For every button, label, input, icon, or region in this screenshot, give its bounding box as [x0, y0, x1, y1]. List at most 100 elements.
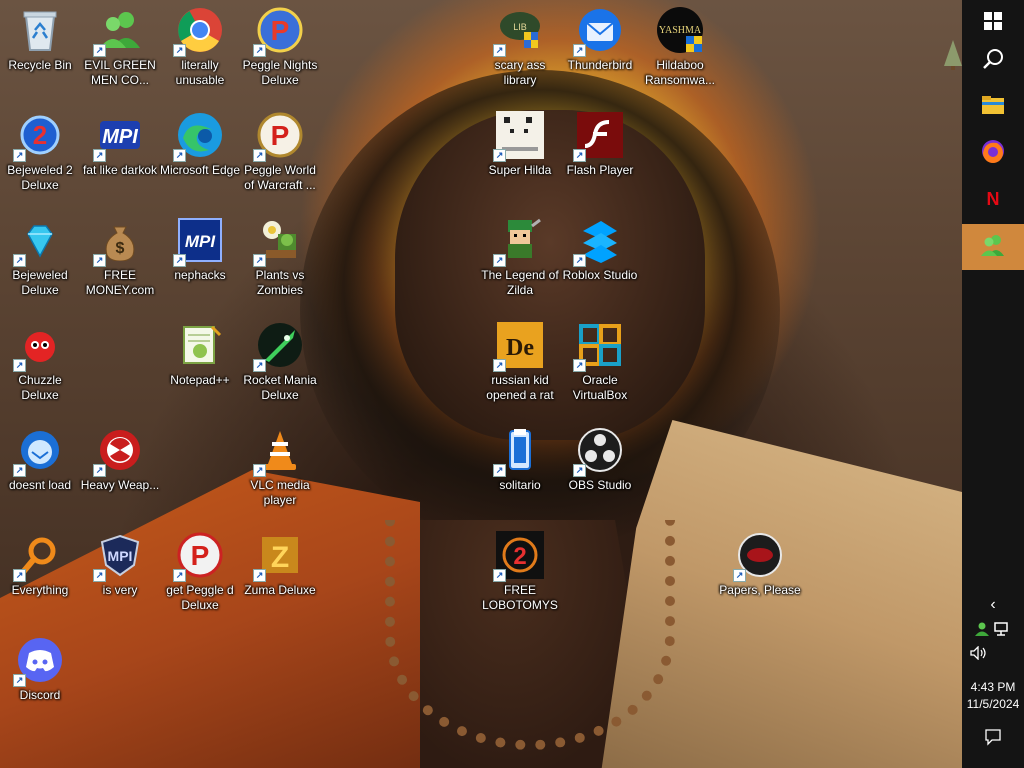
- mpi-icon: MPI ↗: [93, 111, 144, 162]
- desktop-icon-get-peggle[interactable]: P ↗ get Peggle d Deluxe: [160, 525, 240, 625]
- desktop-icon-free-money[interactable]: $ ↗ FREE MONEY.com: [80, 210, 160, 310]
- desktop-icon-legend-of-zilda[interactable]: ↗ The Legend of Zilda: [480, 210, 560, 310]
- desktop-icon-discord[interactable]: ↗ Discord: [0, 630, 80, 730]
- icon-label: Peggle Nights Deluxe: [242, 58, 318, 87]
- netflix-icon: N: [986, 188, 1000, 209]
- svg-text:MPI: MPI: [102, 126, 138, 148]
- shortcut-arrow-icon: ↗: [733, 569, 746, 582]
- search-button[interactable]: [962, 38, 1024, 84]
- recycle-bin-icon: [16, 6, 64, 54]
- network-icon[interactable]: [993, 622, 1012, 639]
- desktop-icon-bejeweled[interactable]: ↗ Bejeweled Deluxe: [0, 210, 80, 310]
- icon-label: Everything: [11, 583, 69, 597]
- desktop-icon-peggle-nights[interactable]: P ↗ Peggle Nights Deluxe: [240, 0, 320, 100]
- icon-label: Thunderbird: [567, 58, 633, 72]
- desktop-icon-peggle-wow[interactable]: P ↗ Peggle World of Warcraft ...: [240, 105, 320, 205]
- desktop-icon-recycle-bin[interactable]: Recycle Bin: [0, 0, 80, 100]
- chuzzle-icon: ↗: [13, 321, 64, 372]
- icon-label: Recycle Bin: [8, 58, 72, 72]
- desktop-icon-zuma[interactable]: Z ↗ Zuma Deluxe: [240, 525, 320, 625]
- desktop-icon-thunderbird[interactable]: ↗ Thunderbird: [560, 0, 640, 100]
- shortcut-arrow-icon: ↗: [493, 359, 506, 372]
- desktop-icon-papers-please[interactable]: ↗ Papers, Please: [719, 525, 801, 625]
- icon-label: Peggle World of Warcraft ...: [244, 163, 316, 192]
- desktop-icon-chuzzle[interactable]: ↗ Chuzzle Deluxe: [0, 315, 80, 415]
- show-hidden-icons-button[interactable]: ‹: [962, 596, 1024, 614]
- icon-label: Discord: [19, 688, 61, 702]
- desktop-icon-heavy-weapon[interactable]: ↗ Heavy Weap...: [80, 420, 160, 520]
- clock-date: 11/5/2024: [966, 697, 1020, 711]
- svg-text:De: De: [506, 335, 534, 361]
- desktop-icon-everything[interactable]: ↗ Everything: [0, 525, 80, 625]
- shortcut-arrow-icon: ↗: [253, 569, 266, 582]
- taskbar-firefox[interactable]: [962, 130, 1024, 176]
- desktop-icon-scary-ass-library[interactable]: LIB ↗ scary ass library: [480, 0, 560, 100]
- icon-label: FREE LOBOTOMYS: [482, 583, 558, 612]
- desktop-icon-super-hilda[interactable]: ↗ Super Hilda: [480, 105, 560, 205]
- svg-text:MPI: MPI: [108, 548, 133, 564]
- search-icon: [982, 48, 1004, 75]
- desktop-icon-rocket-mania[interactable]: ↗ Rocket Mania Deluxe: [240, 315, 320, 415]
- svg-text:$: $: [116, 240, 125, 257]
- desktop-icon-hildaboo-ransomware[interactable]: YASHMA Hildaboo Ransomwa...: [640, 0, 720, 100]
- icon-label: Notepad++: [170, 373, 230, 387]
- desktop-icon-plants-vs-zombies[interactable]: ↗ Plants vs Zombies: [240, 210, 320, 310]
- desktop-icon-russian-kid[interactable]: De ↗ russian kid opened a rat: [480, 315, 560, 415]
- svg-text:P: P: [271, 120, 290, 151]
- shortcut-arrow-icon: ↗: [493, 149, 506, 162]
- bird-icon: ↗: [13, 426, 64, 477]
- clock[interactable]: 4:43 PM 11/5/2024: [962, 680, 1024, 711]
- diamond-icon: ↗: [13, 216, 64, 267]
- green-people-tray-icon[interactable]: [974, 622, 993, 639]
- desktop-icon-literally-unusable[interactable]: ↗ literally unusable: [160, 0, 240, 100]
- volume-icon: [970, 645, 988, 663]
- desktop[interactable]: Recycle Bin 2 ↗ Bejeweled 2 Deluxe ↗ Bej…: [0, 0, 962, 768]
- magnifier-icon: ↗: [13, 531, 64, 582]
- peggle-icon: P ↗: [253, 111, 304, 162]
- taskbar-netflix[interactable]: N: [962, 176, 1024, 222]
- desktop-icon-obs-studio[interactable]: ↗ OBS Studio: [560, 420, 640, 520]
- desktop-icon-virtualbox[interactable]: ↗ Oracle VirtualBox: [560, 315, 640, 415]
- desktop-icon-microsoft-edge[interactable]: ↗ Microsoft Edge: [160, 105, 240, 205]
- taskbar-file-explorer[interactable]: [962, 84, 1024, 130]
- svg-text:MPI: MPI: [185, 232, 217, 251]
- plant-icon: ↗: [253, 216, 304, 267]
- desktop-icon-free-lobotomys[interactable]: 2 ↗ FREE LOBOTOMYS: [480, 525, 560, 625]
- icon-label: Roblox Studio: [562, 268, 638, 282]
- desktop-icon-bejeweled-2[interactable]: 2 ↗ Bejeweled 2 Deluxe: [0, 105, 80, 205]
- desktop-icon-solitario[interactable]: ↗ solitario: [480, 420, 560, 520]
- taskbar-green-people[interactable]: [962, 224, 1024, 270]
- icon-label: is very: [102, 583, 138, 597]
- volume-button[interactable]: [962, 645, 1024, 663]
- desktop-icon-nephacks[interactable]: MPI ↗ nephacks: [160, 210, 240, 310]
- desktop-icon-doesnt-load[interactable]: ↗ doesnt load: [0, 420, 80, 520]
- bejeweled2-icon: 2 ↗: [13, 111, 64, 162]
- desktop-icon-evil-green-men[interactable]: ↗ EVIL GREEN MEN CO...: [80, 0, 160, 100]
- icon-label: Bejeweled Deluxe: [12, 268, 68, 297]
- action-center-button[interactable]: [962, 728, 1024, 749]
- shortcut-arrow-icon: ↗: [173, 149, 186, 162]
- desktop-icon-flash-player[interactable]: ↗ Flash Player: [560, 105, 640, 205]
- desktop-icon-roblox-studio[interactable]: ↗ Roblox Studio: [560, 210, 640, 310]
- virtualbox-icon: ↗: [573, 321, 624, 372]
- shortcut-arrow-icon: ↗: [573, 359, 586, 372]
- vlc-icon: ↗: [253, 426, 304, 477]
- icon-label: get Peggle d Deluxe: [166, 583, 234, 612]
- discord-icon: ↗: [13, 636, 64, 687]
- tray-icons-row: [962, 622, 1024, 639]
- tree-gadget-icon[interactable]: [944, 40, 962, 70]
- desktop-icon-notepad-plus[interactable]: Notepad++: [160, 315, 240, 415]
- bejeweled2-dark-icon: 2 ↗: [493, 531, 544, 582]
- windows-icon: [984, 11, 1002, 35]
- green-people-icon: ↗: [93, 6, 144, 57]
- firefox-icon: [981, 139, 1005, 168]
- icon-label: solitario: [499, 478, 541, 492]
- shortcut-arrow-icon: ↗: [573, 464, 586, 477]
- desktop-icon-is-very[interactable]: MPI ↗ is very: [80, 525, 160, 625]
- shortcut-arrow-icon: ↗: [253, 254, 266, 267]
- icon-label: Rocket Mania Deluxe: [243, 373, 317, 402]
- desktop-icon-vlc[interactable]: ↗ VLC media player: [240, 420, 320, 520]
- icon-label: Super Hilda: [488, 163, 552, 177]
- desktop-icon-fat-like-darkok[interactable]: MPI ↗ fat like darkok: [80, 105, 160, 205]
- icon-label: nephacks: [174, 268, 226, 282]
